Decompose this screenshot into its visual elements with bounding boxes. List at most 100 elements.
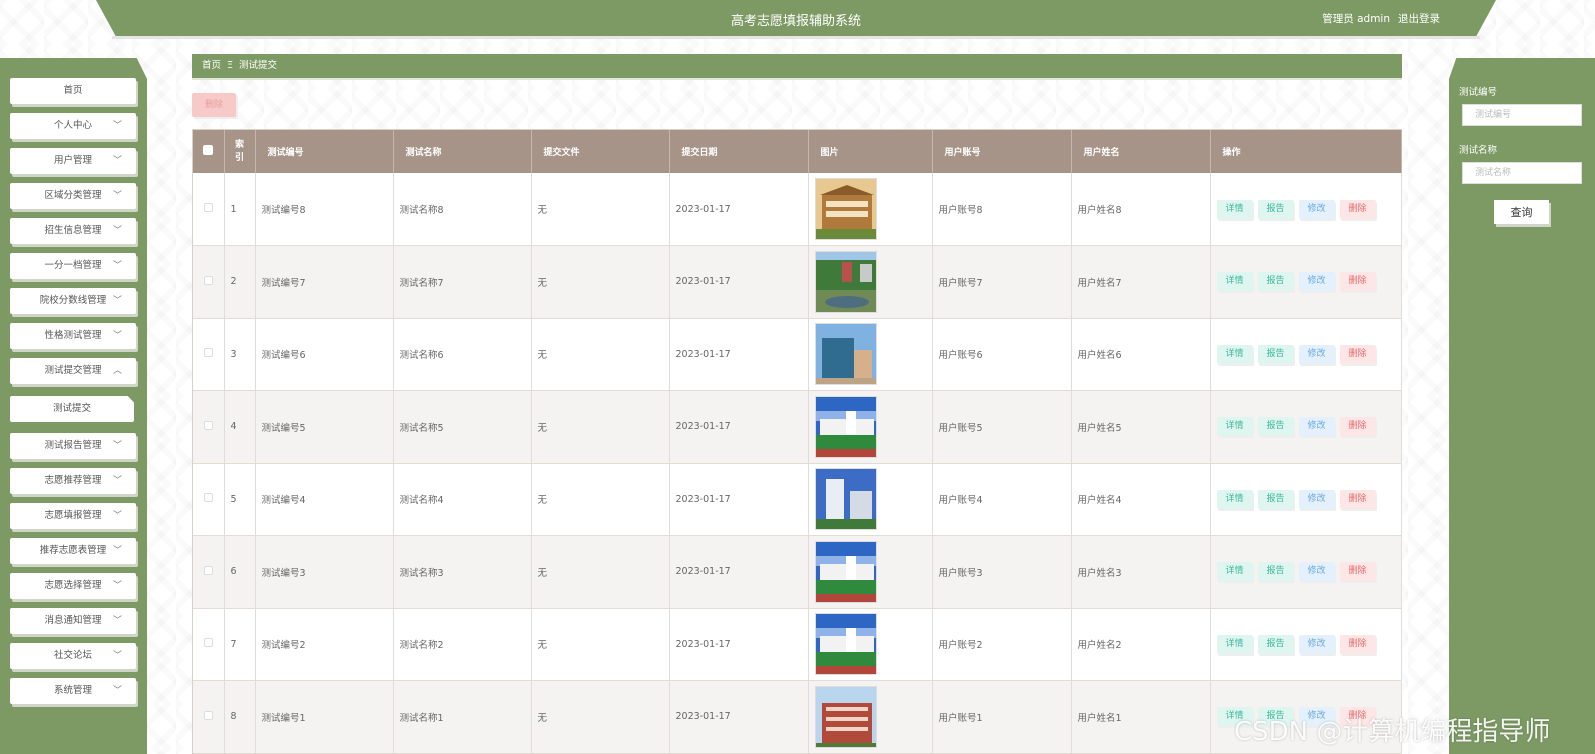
delete-button[interactable]: 删除	[1339, 199, 1376, 219]
row-checkbox[interactable]	[203, 565, 213, 575]
table-row: 8 测试编号1 测试名称1 无 2023-01-17 用户账号1 用户姓名1 详情 报告 修改 删除	[193, 680, 1402, 754]
sidebar-item-10[interactable]: 测试报告管理 ﹀	[10, 433, 136, 459]
edit-button[interactable]: 修改	[1298, 199, 1335, 219]
detail-button[interactable]: 详情	[1216, 344, 1253, 364]
delete-button[interactable]: 删除	[1339, 344, 1376, 364]
edit-button[interactable]: 修改	[1298, 634, 1335, 654]
sidebar-item-label: 招生信息管理	[44, 225, 102, 236]
col-header-date[interactable]: 提交日期	[669, 130, 809, 173]
report-button[interactable]: 报告	[1257, 417, 1294, 437]
thumbnail-image[interactable]	[814, 395, 877, 458]
col-header-image: 图片	[808, 130, 933, 173]
sidebar-item-6[interactable]: 院校分数线管理 ﹀	[10, 288, 136, 314]
breadcrumb-separator: Ξ	[227, 60, 234, 71]
cell-image	[808, 608, 933, 681]
row-checkbox[interactable]	[203, 275, 213, 285]
delete-button[interactable]: 删除	[1339, 562, 1376, 582]
sidebar-item-14[interactable]: 志愿选择管理 ﹀	[10, 573, 136, 599]
col-header-username[interactable]: 用户姓名	[1071, 130, 1211, 173]
delete-button[interactable]: 删除	[1339, 489, 1376, 509]
detail-button[interactable]: 详情	[1216, 417, 1253, 437]
sidebar-item-3[interactable]: 区域分类管理 ﹀	[10, 183, 136, 209]
sidebar-item-label: 推荐志愿表管理	[39, 545, 107, 556]
row-checkbox[interactable]	[203, 638, 213, 648]
sidebar-item-16[interactable]: 社交论坛 ﹀	[10, 643, 136, 669]
sidebar-item-label: 测试提交管理	[44, 365, 102, 376]
sidebar-item-4[interactable]: 招生信息管理 ﹀	[10, 218, 136, 244]
chevron-down-icon: ﹀	[112, 156, 122, 166]
edit-button[interactable]: 修改	[1298, 417, 1335, 437]
logout-link[interactable]: 退出登录	[1398, 11, 1440, 26]
report-button[interactable]: 报告	[1257, 489, 1294, 509]
row-select-cell	[193, 390, 225, 464]
detail-button[interactable]: 详情	[1216, 199, 1253, 219]
cell-file: 无	[531, 535, 670, 609]
col-header-file[interactable]: 提交文件	[531, 130, 670, 173]
report-button[interactable]: 报告	[1257, 634, 1294, 654]
sidebar-item-0[interactable]: 首页	[10, 78, 136, 104]
edit-button[interactable]: 修改	[1298, 489, 1335, 509]
cell-account: 用户账号3	[932, 535, 1072, 609]
select-all-checkbox[interactable]	[203, 145, 214, 155]
col-header-code[interactable]: 测试编号	[255, 130, 394, 173]
breadcrumb: 首页 Ξ 测试提交	[192, 54, 1402, 78]
detail-button[interactable]: 详情	[1216, 272, 1253, 292]
row-checkbox[interactable]	[203, 348, 213, 358]
detail-button[interactable]: 详情	[1216, 489, 1253, 509]
cell-actions: 详情 报告 修改 删除	[1210, 535, 1402, 609]
edit-button[interactable]: 修改	[1298, 344, 1335, 364]
sidebar-item-label: 个人中心	[53, 120, 92, 131]
row-checkbox[interactable]	[203, 710, 213, 720]
cell-index: 5	[224, 463, 256, 536]
sidebar-item-11[interactable]: 志愿推荐管理 ﹀	[10, 468, 136, 494]
delete-button[interactable]: 删除	[1339, 634, 1376, 654]
sidebar-item-2[interactable]: 用户管理 ﹀	[10, 148, 136, 174]
row-select-cell	[193, 680, 225, 754]
thumbnail-image[interactable]	[814, 613, 877, 676]
sidebar-item-7[interactable]: 性格测试管理 ﹀	[10, 323, 136, 349]
thumbnail-image[interactable]	[814, 323, 877, 386]
batch-delete-button[interactable]: 删除	[192, 93, 236, 117]
detail-button[interactable]: 详情	[1216, 562, 1253, 582]
edit-button[interactable]: 修改	[1298, 272, 1335, 292]
thumbnail-image[interactable]	[814, 685, 877, 748]
thumbnail-image[interactable]	[814, 540, 877, 603]
delete-button[interactable]: 删除	[1339, 272, 1376, 292]
sidebar-item-5[interactable]: 一分一档管理 ﹀	[10, 253, 136, 279]
chevron-down-icon: ﹀	[112, 121, 122, 131]
sidebar-item-15[interactable]: 消息通知管理 ﹀	[10, 608, 136, 634]
report-button[interactable]: 报告	[1257, 199, 1294, 219]
report-button[interactable]: 报告	[1257, 344, 1294, 364]
row-checkbox[interactable]	[203, 493, 213, 503]
breadcrumb-home[interactable]: 首页	[202, 60, 221, 71]
sidebar-item-label: 社交论坛	[53, 650, 92, 661]
sidebar-item-17[interactable]: 系统管理 ﹀	[10, 678, 136, 704]
thumbnail-image[interactable]	[814, 468, 877, 531]
cell-actions: 详情 报告 修改 删除	[1210, 318, 1402, 391]
search-name-input[interactable]	[1462, 162, 1582, 184]
report-button[interactable]: 报告	[1257, 272, 1294, 292]
col-header-name[interactable]: 测试名称	[393, 130, 532, 173]
search-button[interactable]: 查询	[1494, 200, 1549, 224]
sidebar-item-label: 首页	[63, 85, 83, 96]
report-button[interactable]: 报告	[1257, 562, 1294, 582]
sidebar-item-8[interactable]: 测试提交管理 ︿	[10, 358, 136, 384]
thumbnail-image[interactable]	[814, 250, 877, 313]
cell-account: 用户账号5	[932, 390, 1072, 464]
chevron-down-icon: ﹀	[112, 261, 122, 271]
sidebar-item-12[interactable]: 志愿填报管理 ﹀	[10, 503, 136, 529]
delete-button[interactable]: 删除	[1339, 417, 1376, 437]
sidebar-item-1[interactable]: 个人中心 ﹀	[10, 113, 136, 139]
search-code-input[interactable]	[1462, 104, 1582, 126]
col-header-account[interactable]: 用户账号	[932, 130, 1072, 173]
row-checkbox[interactable]	[203, 203, 213, 212]
sidebar-item-13[interactable]: 推荐志愿表管理 ﹀	[10, 538, 136, 564]
sidebar-item-label: 区域分类管理	[44, 190, 102, 201]
sidebar-item-9[interactable]: 测试提交	[10, 396, 134, 422]
row-checkbox[interactable]	[203, 420, 213, 430]
edit-button[interactable]: 修改	[1298, 562, 1335, 582]
thumbnail-image[interactable]	[814, 178, 877, 240]
detail-button[interactable]: 详情	[1216, 634, 1253, 654]
cell-index: 3	[224, 318, 256, 391]
sidebar-item-label: 用户管理	[53, 155, 92, 166]
